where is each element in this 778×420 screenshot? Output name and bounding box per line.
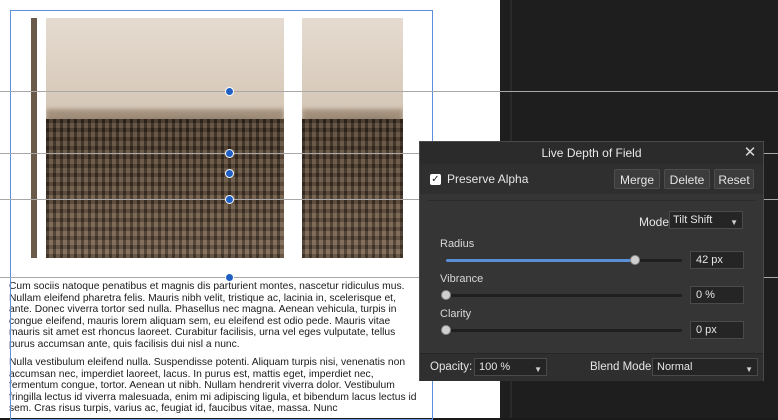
- blend-mode-dropdown[interactable]: Normal ▼: [652, 358, 758, 376]
- guide-handle[interactable]: [225, 149, 234, 158]
- clarity-slider[interactable]: [441, 325, 682, 335]
- radius-label: Radius: [440, 238, 475, 250]
- live-depth-of-field-panel: Live Depth of Field ✕ ✓ Preserve Alpha M…: [419, 141, 764, 381]
- settings-area: Mode Tilt Shift ▼ Radius 42 px Vibrance …: [428, 200, 755, 347]
- panel-title[interactable]: Live Depth of Field: [420, 142, 763, 164]
- radius-value-field[interactable]: 42 px: [690, 251, 744, 269]
- tilt-shift-guide-line[interactable]: [0, 91, 778, 92]
- radius-slider-fill: [446, 259, 635, 262]
- clarity-label: Clarity: [440, 308, 472, 320]
- vibrance-value-field[interactable]: 0 %: [690, 286, 744, 304]
- chevron-down-icon: ▼: [730, 218, 738, 227]
- clarity-value-field[interactable]: 0 px: [690, 321, 744, 339]
- guide-handle[interactable]: [225, 87, 234, 96]
- close-icon[interactable]: ✕: [741, 142, 759, 164]
- chevron-down-icon: ▼: [745, 365, 753, 374]
- clarity-slider-thumb[interactable]: [441, 325, 451, 335]
- panel-bottom-bar: Opacity: 100 % ▼ Blend Mode: Normal ▼: [420, 353, 763, 381]
- selection-bounding-box[interactable]: [10, 10, 433, 420]
- blend-mode-value: Normal: [657, 361, 693, 373]
- delete-button[interactable]: Delete: [664, 169, 710, 189]
- opacity-label: Opacity:: [430, 361, 473, 373]
- guide-handle[interactable]: [225, 169, 234, 178]
- radius-slider[interactable]: [446, 255, 682, 265]
- blend-mode-label: Blend Mode:: [590, 361, 655, 373]
- chevron-down-icon: ▼: [534, 365, 542, 374]
- mode-label: Mode: [639, 215, 670, 229]
- radius-slider-thumb[interactable]: [630, 255, 640, 265]
- preserve-alpha-checkbox[interactable]: ✓: [430, 174, 441, 185]
- vibrance-slider[interactable]: [441, 290, 682, 300]
- opacity-dropdown[interactable]: 100 % ▼: [474, 358, 547, 376]
- opacity-value: 100 %: [479, 361, 511, 373]
- vibrance-label: Vibrance: [440, 273, 484, 285]
- preserve-alpha-label[interactable]: Preserve Alpha: [447, 172, 528, 186]
- guide-handle[interactable]: [225, 273, 234, 282]
- reset-button[interactable]: Reset: [714, 169, 754, 189]
- vibrance-slider-thumb[interactable]: [441, 290, 451, 300]
- mode-value: Tilt Shift: [673, 214, 713, 226]
- mode-dropdown[interactable]: Tilt Shift ▼: [669, 211, 743, 229]
- merge-button[interactable]: Merge: [614, 169, 660, 189]
- guide-handle[interactable]: [225, 195, 234, 204]
- panel-toolbar: ✓ Preserve Alpha Merge Delete Reset: [420, 164, 763, 194]
